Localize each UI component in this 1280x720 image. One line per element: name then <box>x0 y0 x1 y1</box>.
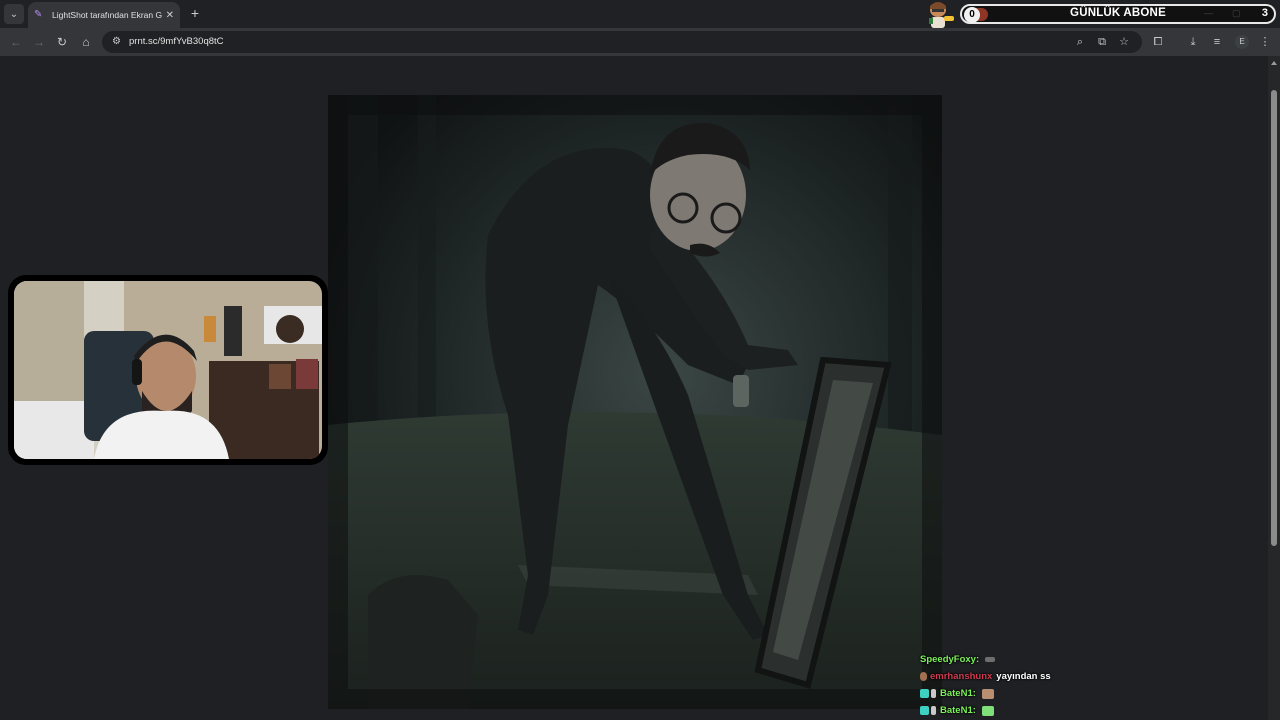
chat-username: SpeedyFoxy: <box>920 654 980 665</box>
chat-username: BateN1: <box>940 705 976 716</box>
subscriber-widget-title: GÜNLÜK ABONE <box>1070 7 1166 19</box>
webcam-overlay <box>8 275 328 465</box>
daily-subscriber-widget: 0 GÜNLÜK ABONE — ▢ 3 <box>960 4 1276 24</box>
widget-restore-icon: ▢ <box>1232 8 1241 18</box>
tab-strip: ⌄ ✎ LightShot tarafından Ekran Görüntüsü… <box>0 0 1280 28</box>
zoom-icon[interactable]: ⌕ <box>1073 35 1087 49</box>
reload-icon[interactable]: ↻ <box>54 34 70 50</box>
chat-username: emrhanshunx <box>930 671 993 682</box>
subscriber-goal-count: 3 <box>1261 7 1268 19</box>
site-info-icon[interactable]: ⚙ <box>112 36 124 48</box>
gun-emote-icon <box>985 657 996 662</box>
profile-avatar[interactable]: E <box>1235 35 1249 49</box>
mic-badge-icon <box>931 706 936 715</box>
chat-username: BateN1: <box>940 688 976 699</box>
user-badge-icon <box>920 672 927 681</box>
qr-emote-icon <box>981 705 994 716</box>
subscriber-badge-icon <box>920 689 929 698</box>
chat-message: emrhanshunx yayından ss <box>920 668 1120 685</box>
widget-minimize-icon: — <box>1204 8 1213 18</box>
chat-message-text: yayından ss <box>996 671 1051 682</box>
scroll-up-arrow-icon[interactable] <box>1271 61 1277 65</box>
tab-search-chevron-icon[interactable]: ⌄ <box>4 4 24 24</box>
back-arrow-icon[interactable]: ← <box>8 34 24 50</box>
stream-chat-overlay: SpeedyFoxy: emrhanshunx yayından ss Bate… <box>920 651 1120 719</box>
chat-message: SpeedyFoxy: <box>920 651 1120 668</box>
active-tab[interactable]: ✎ LightShot tarafından Ekran Görüntüsü ✕ <box>28 2 180 28</box>
url-text[interactable]: prnt.sc/9mfYvB30q8tC <box>129 36 224 47</box>
new-tab-plus-icon[interactable]: + <box>188 6 202 20</box>
kebab-menu-icon[interactable]: ⋮ <box>1257 34 1273 50</box>
media-controls-icon[interactable]: ≡ <box>1209 34 1225 50</box>
home-icon[interactable]: ⌂ <box>78 34 94 50</box>
chat-message: BateN1: <box>920 685 1120 702</box>
chat-message: BateN1: <box>920 702 1120 719</box>
face-emote-icon <box>981 688 994 699</box>
subscriber-badge-icon <box>920 706 929 715</box>
download-icon[interactable]: ⤓ <box>1185 34 1201 50</box>
streamer-camera-feed <box>14 281 322 459</box>
forward-arrow-icon[interactable]: → <box>31 34 47 50</box>
lightshot-screenshot-image[interactable] <box>328 95 942 709</box>
install-app-icon[interactable]: ⧉ <box>1095 35 1109 49</box>
address-bar[interactable]: ⚙ prnt.sc/9mfYvB30q8tC ⌕ ⧉ ☆ <box>102 31 1142 53</box>
mic-badge-icon <box>931 689 936 698</box>
vertical-scrollbar[interactable] <box>1268 56 1280 720</box>
tab-title: LightShot tarafından Ekran Görüntüsü <box>52 10 162 20</box>
tab-close-icon[interactable]: ✕ <box>166 10 174 21</box>
lightshot-feather-icon: ✎ <box>34 9 43 20</box>
bookmark-star-icon[interactable]: ☆ <box>1117 35 1131 49</box>
extensions-puzzle-icon[interactable]: ⧠ <box>1150 34 1166 50</box>
mascot-character-icon <box>929 2 954 28</box>
scroll-thumb[interactable] <box>1271 90 1277 546</box>
